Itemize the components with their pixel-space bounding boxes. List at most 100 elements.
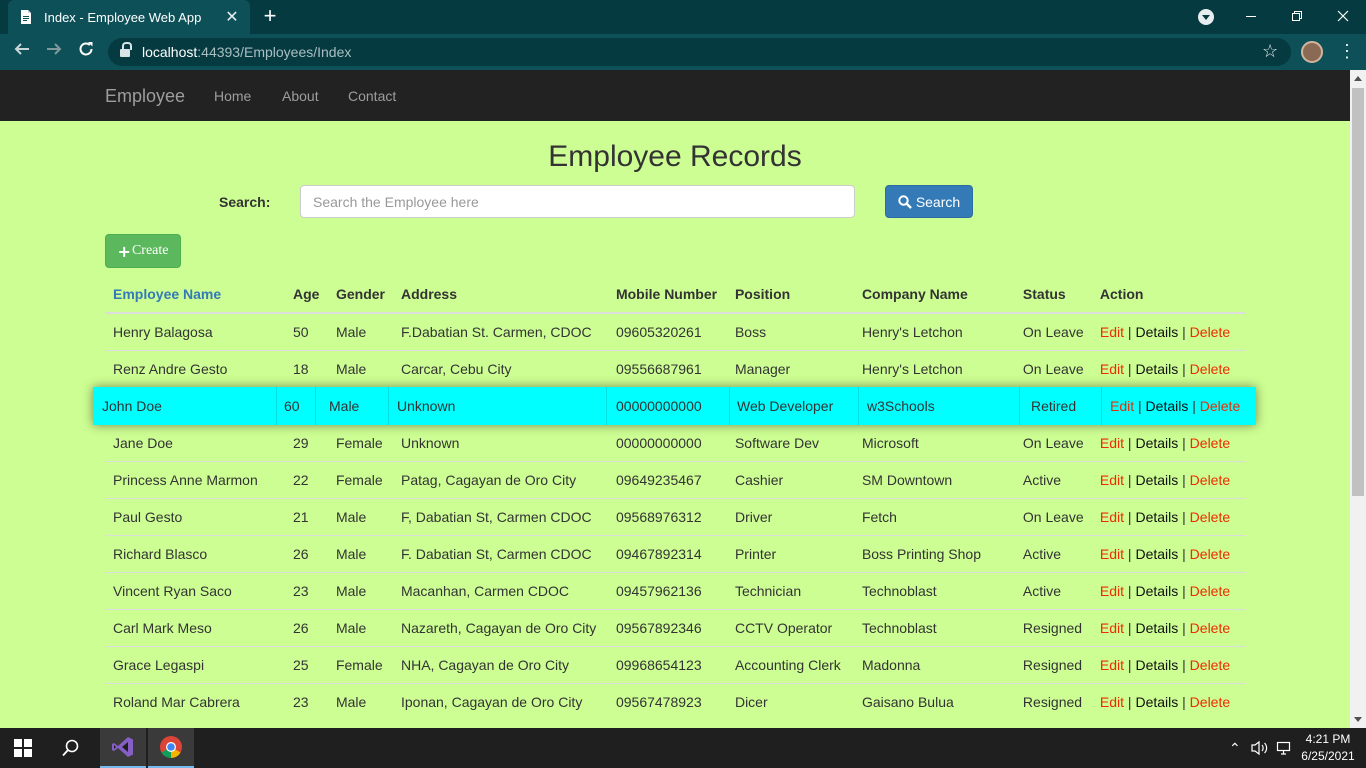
edit-link[interactable]: Edit xyxy=(1100,472,1124,488)
table-row[interactable]: Vincent Ryan Saco 23 Male Macanhan, Carmen … xyxy=(105,571,1245,609)
delete-link[interactable]: Delete xyxy=(1190,472,1230,488)
table-row[interactable]: Henry Balagosa 50 Male F.Dabatian St. Carme… xyxy=(105,312,1245,350)
url-path: :44393/Employees/Index xyxy=(197,44,352,60)
more-menu-icon[interactable]: ⋮ xyxy=(1338,42,1356,60)
details-link[interactable]: Details xyxy=(1146,398,1189,414)
edit-link[interactable]: Edit xyxy=(1100,324,1124,340)
table-row[interactable]: Grace Legaspi 25 Female NHA, Cagayan de Oro… xyxy=(105,645,1245,683)
table-row-hovered[interactable]: John Doe 60 Male Unknown 00000000000 Web… xyxy=(93,387,1256,425)
cell-status: On Leave xyxy=(1014,497,1092,535)
delete-link[interactable]: Delete xyxy=(1190,620,1230,636)
taskbar-clock[interactable]: 4:21 PM 6/25/2021 xyxy=(1300,731,1356,765)
back-arrow-icon[interactable] xyxy=(10,40,34,64)
delete-link[interactable]: Delete xyxy=(1190,657,1230,673)
window-close-icon[interactable] xyxy=(1320,0,1366,32)
details-link[interactable]: Details xyxy=(1135,472,1178,488)
search-input[interactable] xyxy=(300,185,855,218)
action-separator: | xyxy=(1182,323,1186,340)
cell-divider xyxy=(1101,387,1102,425)
cell-gender: Female xyxy=(327,645,393,683)
table-row[interactable]: Paul Gesto 21 Male F, Dabatian St, Carmen C… xyxy=(105,497,1245,535)
scroll-up-arrow-icon[interactable] xyxy=(1354,76,1362,81)
page-scrollbar[interactable] xyxy=(1350,70,1366,728)
cell-divider xyxy=(388,387,389,425)
delete-link[interactable]: Delete xyxy=(1190,694,1230,710)
cell-mobile: 09567478923 xyxy=(607,682,727,720)
cell-address: Unknown xyxy=(397,398,456,414)
browser-tab[interactable]: Index - Employee Web App ✕ xyxy=(8,0,250,34)
cell-actions: Edit | Details | Delete xyxy=(1091,608,1245,646)
chrome-icon[interactable] xyxy=(148,728,194,768)
close-icon[interactable]: ✕ xyxy=(224,7,240,27)
cell-status: Active xyxy=(1014,571,1092,609)
details-link[interactable]: Details xyxy=(1135,435,1178,451)
table-row[interactable]: Richard Blasco 26 Male F. Dabatian St, Carm… xyxy=(105,534,1245,572)
browser-tab-strip: Index - Employee Web App ✕ + xyxy=(0,0,1366,34)
delete-link[interactable]: Delete xyxy=(1200,398,1240,414)
column-header-employee-name[interactable]: Employee Name xyxy=(105,276,285,314)
network-icon[interactable] xyxy=(1276,740,1294,759)
table-row[interactable]: Roland Mar Cabrera 23 Male Iponan, Cagayan … xyxy=(105,682,1245,720)
address-bar[interactable]: localhost:44393/Employees/Index xyxy=(108,38,1291,66)
search-button[interactable]: Search xyxy=(885,185,973,218)
edit-link[interactable]: Edit xyxy=(1110,398,1134,414)
cell-company: Boss Printing Shop xyxy=(853,534,1015,572)
profile-avatar[interactable] xyxy=(1301,41,1323,63)
table-row[interactable]: Renz Andre Gesto 18 Male Carcar, Cebu City 0… xyxy=(105,349,1245,387)
restore-icon[interactable] xyxy=(1274,0,1320,32)
table-row[interactable]: Princess Anne Marmon 22 Female Patag, Cagay… xyxy=(105,460,1245,498)
cell-name: Richard Blasco xyxy=(105,534,285,572)
scroll-down-arrow-icon[interactable] xyxy=(1354,717,1362,722)
nav-link-home[interactable]: Home xyxy=(214,88,251,104)
taskbar-search-icon[interactable] xyxy=(48,728,94,768)
cell-mobile: 09649235467 xyxy=(607,460,727,498)
delete-link[interactable]: Delete xyxy=(1190,546,1230,562)
table-row[interactable]: Carl Mark Meso 26 Male Nazareth, Cagayan de… xyxy=(105,608,1245,646)
delete-link[interactable]: Delete xyxy=(1190,435,1230,451)
cell-gender: Female xyxy=(327,460,393,498)
show-hidden-icons-icon[interactable]: ⌃ xyxy=(1229,740,1241,757)
visual-studio-icon[interactable] xyxy=(100,728,146,768)
table-row[interactable]: Jane Doe 29 Female Unknown 00000000000 Softwa… xyxy=(105,423,1245,461)
cell-address: F.Dabatian St. Carmen, CDOC xyxy=(392,312,608,350)
delete-link[interactable]: Delete xyxy=(1190,324,1230,340)
tab-search-icon[interactable] xyxy=(1198,9,1214,25)
column-header-company-name: Company Name xyxy=(853,276,1015,314)
delete-link[interactable]: Delete xyxy=(1190,583,1230,599)
details-link[interactable]: Details xyxy=(1135,546,1178,562)
edit-link[interactable]: Edit xyxy=(1100,546,1124,562)
details-link[interactable]: Details xyxy=(1135,324,1178,340)
edit-link[interactable]: Edit xyxy=(1100,583,1124,599)
scrollbar-thumb[interactable] xyxy=(1352,88,1364,496)
cell-actions: Edit | Details | Delete xyxy=(1091,312,1245,350)
windows-start-icon[interactable] xyxy=(0,728,46,768)
details-link[interactable]: Details xyxy=(1135,361,1178,377)
nav-link-about[interactable]: About xyxy=(282,88,319,104)
create-button[interactable]: + Create xyxy=(105,234,181,268)
cell-address: Carcar, Cebu City xyxy=(392,349,608,387)
delete-link[interactable]: Delete xyxy=(1190,509,1230,525)
cell-age: 22 xyxy=(284,460,328,498)
url-host: localhost xyxy=(142,44,198,60)
details-link[interactable]: Details xyxy=(1135,509,1178,525)
minimize-icon[interactable] xyxy=(1228,0,1274,32)
bookmark-star-icon[interactable]: ☆ xyxy=(1262,42,1278,60)
nav-link-contact[interactable]: Contact xyxy=(348,88,396,104)
navbar-brand[interactable]: Employee xyxy=(105,86,185,107)
volume-icon[interactable] xyxy=(1251,740,1269,759)
reload-icon[interactable] xyxy=(74,40,98,64)
edit-link[interactable]: Edit xyxy=(1100,694,1124,710)
forward-arrow-icon[interactable] xyxy=(42,40,66,64)
details-link[interactable]: Details xyxy=(1135,694,1178,710)
edit-link[interactable]: Edit xyxy=(1100,361,1124,377)
edit-link[interactable]: Edit xyxy=(1100,657,1124,673)
edit-link[interactable]: Edit xyxy=(1100,620,1124,636)
new-tab-button[interactable]: + xyxy=(258,4,282,28)
clock-time: 4:21 PM xyxy=(1305,732,1351,746)
edit-link[interactable]: Edit xyxy=(1100,435,1124,451)
details-link[interactable]: Details xyxy=(1135,620,1178,636)
edit-link[interactable]: Edit xyxy=(1100,509,1124,525)
details-link[interactable]: Details xyxy=(1135,657,1178,673)
delete-link[interactable]: Delete xyxy=(1190,361,1230,377)
details-link[interactable]: Details xyxy=(1135,583,1178,599)
